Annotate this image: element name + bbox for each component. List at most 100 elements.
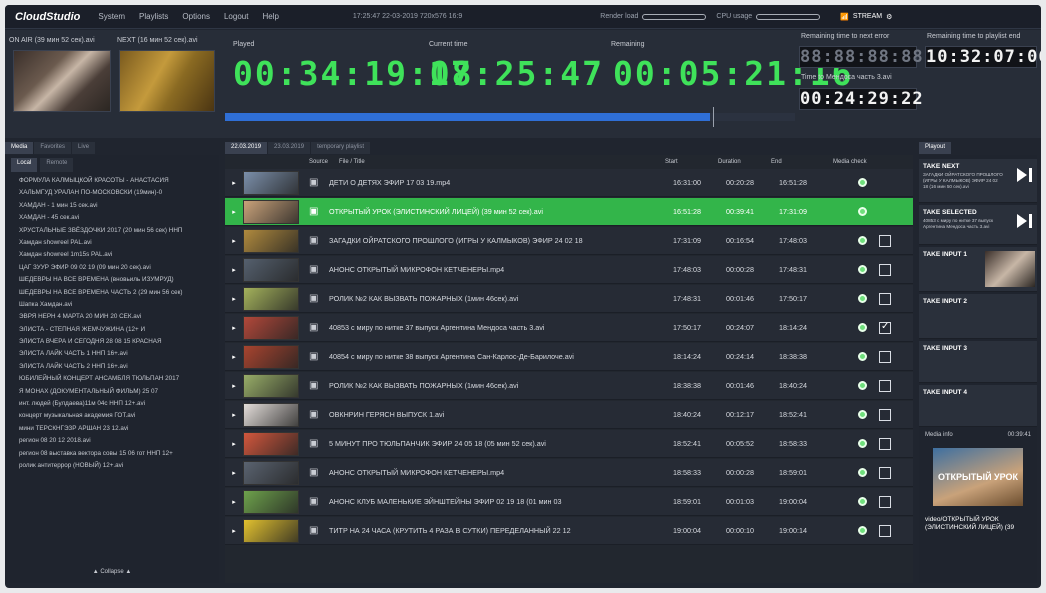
media-check-checkbox[interactable] bbox=[879, 524, 891, 537]
take-input-4[interactable]: TAKE INPUT 4 bbox=[919, 385, 1037, 427]
expand-arrow-icon[interactable]: ▸ bbox=[225, 411, 243, 419]
playlist-row[interactable]: ▸ ▣ ЗАГАДКИ ОЙРАТСКОГО ПРОШЛОГО (ИГРЫ У КА… bbox=[225, 227, 913, 255]
playlist-row[interactable]: ▸ ▣ ОТКРЫТЫЙ УРОК (ЭЛИСТИНСКИЙ ЛИЦЕЙ) (39 … bbox=[225, 198, 913, 226]
playlist-row[interactable]: ▸ ▣ ДЕТИ О ДЕТЯХ ЭФИР 17 03 19.mp4 16:31:00… bbox=[225, 169, 913, 197]
take-input-2[interactable]: TAKE INPUT 2 bbox=[919, 294, 1037, 339]
playlist-row[interactable]: ▸ ▣ 40854 с миру по нитке 38 выпуск Аргент… bbox=[225, 343, 913, 371]
stream-status[interactable]: 📶 STREAM ⚙ bbox=[840, 13, 892, 21]
expand-arrow-icon[interactable]: ▸ bbox=[225, 208, 243, 216]
col-source[interactable]: Source bbox=[309, 159, 339, 165]
media-check-checkbox[interactable] bbox=[879, 234, 891, 247]
settings-icon[interactable]: ⚙ bbox=[886, 13, 892, 21]
media-check-checkbox[interactable] bbox=[879, 466, 891, 479]
media-list-item[interactable]: ХАМДАН - 1 мин 15 сек.avi bbox=[19, 200, 219, 212]
media-check-checkbox[interactable] bbox=[879, 408, 891, 421]
media-list-item[interactable]: регион 08 выставка вектора совы 15 06 го… bbox=[19, 448, 219, 460]
media-check-checkbox[interactable] bbox=[879, 321, 891, 334]
take-selected-button[interactable]: TAKE SELECTED 40853 с миру по нитке 37 в… bbox=[919, 205, 1037, 245]
next-error-label: Remaining time to next error bbox=[801, 33, 890, 40]
media-check-checkbox[interactable] bbox=[879, 350, 891, 363]
col-file[interactable]: File / Title bbox=[339, 159, 665, 165]
clip-title: 40853 с миру по нитке 37 выпуск Аргентин… bbox=[329, 323, 545, 332]
clip-title: АНОНС КЛУБ МАЛЕНЬКИЕ ЭЙНШТЕЙНЫ ЭФИР 02 1… bbox=[329, 497, 562, 506]
tab-playlist-tomorrow[interactable]: 23.03.2019 bbox=[268, 142, 311, 154]
menu-logout[interactable]: Logout bbox=[224, 12, 248, 21]
tab-playlist-today[interactable]: 22.03.2019 bbox=[225, 142, 268, 154]
clip-duration: 00:00:28 bbox=[726, 468, 754, 477]
media-list-item[interactable]: ролик антитеррор (НОВЫЙ) 12+.avi bbox=[19, 460, 219, 472]
playlist-row[interactable]: ▸ ▣ ОВКНРИН ГЕРЯСН ВЫПУСК 1.avi 18:40:24 00:… bbox=[225, 401, 913, 429]
menu-system[interactable]: System bbox=[98, 12, 125, 21]
media-ok-icon bbox=[858, 323, 867, 332]
media-list-item[interactable]: ХРУСТАЛЬНЫЕ ЗВЁЗДОЧКИ 2017 (20 мин 56 се… bbox=[19, 225, 219, 237]
expand-arrow-icon[interactable]: ▸ bbox=[225, 353, 243, 361]
clip-start: 18:14:24 bbox=[673, 352, 701, 361]
media-check-checkbox[interactable] bbox=[879, 495, 891, 508]
playlist-row[interactable]: ▸ ▣ АНОНС КЛУБ МАЛЕНЬКИЕ ЭЙНШТЕЙНЫ ЭФИР 02… bbox=[225, 488, 913, 516]
tab-remote[interactable]: Remote bbox=[40, 158, 74, 172]
media-list-item[interactable]: Шапка Хамдан.avi bbox=[19, 299, 219, 311]
clip-title: АНОНС ОТКРЫТЫЙ МИКРОФОН КЕТЧЕНЕРЫ.mp4 bbox=[329, 265, 505, 274]
playlist-row[interactable]: ▸ ▣ ТИТР НА 24 ЧАСА (КРУТИТЬ 4 РАЗА В СУТК… bbox=[225, 517, 913, 545]
media-list-item[interactable]: ЭВРЯ НЕРН 4 МАРТА 20 МИН 20 СЕК.avi bbox=[19, 311, 219, 323]
col-start[interactable]: Start bbox=[665, 159, 718, 165]
expand-arrow-icon[interactable]: ▸ bbox=[225, 237, 243, 245]
media-check-checkbox[interactable] bbox=[879, 292, 891, 305]
col-end[interactable]: End bbox=[771, 159, 833, 165]
media-list-item[interactable]: мини ТЕРСКНГЭЗР АРШАН 23 12.avi bbox=[19, 423, 219, 435]
media-list-item[interactable]: ЭЛИСТА ЛАЙК ЧАСТЬ 2 ННП 16+.avi bbox=[19, 361, 219, 373]
take-input-3[interactable]: TAKE INPUT 3 bbox=[919, 341, 1037, 383]
playlist-row[interactable]: ▸ ▣ 40853 с миру по нитке 37 выпуск Аргент… bbox=[225, 314, 913, 342]
tab-playlist-temporary[interactable]: temporary playlist bbox=[311, 142, 371, 154]
media-list-item[interactable]: Я МОНАХ (ДОКУМЕНТАЛЬНЫЙ ФИЛЬМ) 25 07 bbox=[19, 386, 219, 398]
take-next-button[interactable]: TAKE NEXT ЗАГАДКИ ОЙРАТСКОГО ПРОШЛОГО (И… bbox=[919, 159, 1037, 203]
cpu-usage-meter bbox=[756, 13, 821, 20]
col-duration[interactable]: Duration bbox=[718, 159, 771, 165]
media-list-item[interactable]: ХАЛЬМГУД УРАЛАН ПО-МОСКОВСКИ (19мин)-0 bbox=[19, 187, 219, 199]
tab-live[interactable]: Live bbox=[72, 142, 96, 154]
expand-arrow-icon[interactable]: ▸ bbox=[225, 527, 243, 535]
tab-favorites[interactable]: Favorites bbox=[34, 142, 72, 154]
media-list-item[interactable]: Хамдан showreel PAL.avi bbox=[19, 237, 219, 249]
col-media-check[interactable]: Media check bbox=[833, 159, 867, 165]
media-list-item[interactable]: ФОРМУЛА КАЛМЫЦКОЙ КРАСОТЫ - АНАСТАСИЯ bbox=[19, 175, 219, 187]
playback-progress[interactable] bbox=[225, 107, 795, 127]
media-list-item[interactable]: ХАМДАН - 45 сек.avi bbox=[19, 212, 219, 224]
tab-local[interactable]: Local bbox=[11, 158, 38, 172]
expand-arrow-icon[interactable]: ▸ bbox=[225, 469, 243, 477]
expand-arrow-icon[interactable]: ▸ bbox=[225, 295, 243, 303]
media-check-checkbox[interactable] bbox=[879, 379, 891, 392]
media-list-item[interactable]: ЮБИЛЕЙНЫЙ КОНЦЕРТ АНСАМБЛЯ ТЮЛЬПАН 2017 bbox=[19, 373, 219, 385]
expand-arrow-icon[interactable]: ▸ bbox=[225, 266, 243, 274]
media-check-checkbox[interactable] bbox=[879, 437, 891, 450]
playlist-row[interactable]: ▸ ▣ АНОНС ОТКРЫТЫЙ МИКРОФОН КЕТЧЕНЕРЫ.mp4 1… bbox=[225, 459, 913, 487]
expand-arrow-icon[interactable]: ▸ bbox=[225, 324, 243, 332]
expand-arrow-icon[interactable]: ▸ bbox=[225, 440, 243, 448]
playlist-row[interactable]: ▸ ▣ 5 МИНУТ ПРО ТЮЛЬПАНЧИК ЭФИР 24 05 18 (… bbox=[225, 430, 913, 458]
media-list-item[interactable]: ЭЛИСТА ЛАЙК ЧАСТЬ 1 ННП 16+.avi bbox=[19, 348, 219, 360]
media-list-item[interactable]: ЭЛИСТА ВЧЕРА И СЕГОДНЯ 28 08 15 КРАСНАЯ bbox=[19, 336, 219, 348]
menu-help[interactable]: Help bbox=[262, 12, 278, 21]
tab-playout[interactable]: Playout bbox=[919, 142, 952, 154]
collapse-button[interactable]: ▲ Collapse ▲ bbox=[5, 569, 219, 575]
take-input-2-label: TAKE INPUT 2 bbox=[923, 298, 967, 305]
expand-arrow-icon[interactable]: ▸ bbox=[225, 498, 243, 506]
media-check-checkbox[interactable] bbox=[879, 263, 891, 276]
menu-options[interactable]: Options bbox=[182, 12, 210, 21]
expand-arrow-icon[interactable]: ▸ bbox=[225, 382, 243, 390]
media-list-item[interactable]: концерт музыкальная академия ГОТ.avi bbox=[19, 410, 219, 422]
tab-media[interactable]: Media bbox=[5, 142, 34, 154]
playlist-row[interactable]: ▸ ▣ РОЛИК №2 КАК ВЫЗВАТЬ ПОЖАРНЫХ (1мин 46… bbox=[225, 285, 913, 313]
playlist-row[interactable]: ▸ ▣ РОЛИК №2 КАК ВЫЗВАТЬ ПОЖАРНЫХ (1мин 46… bbox=[225, 372, 913, 400]
media-list-item[interactable]: ШЕДЕВРЫ НА ВСЕ ВРЕМЕНА ЧАСТЬ 2 (29 мин 5… bbox=[19, 287, 219, 299]
media-list-item[interactable]: ЦАГ ЗУУР ЭФИР 09 02 19 (09 мин 20 сек).a… bbox=[19, 262, 219, 274]
expand-arrow-icon[interactable]: ▸ bbox=[225, 179, 243, 187]
media-list-item[interactable]: регион 08 20 12 2018.avi bbox=[19, 435, 219, 447]
media-list-item[interactable]: ЭЛИСТА - СТЕПНАЯ ЖЕМЧУЖИНА (12+ И bbox=[19, 324, 219, 336]
take-input-1[interactable]: TAKE INPUT 1 bbox=[919, 247, 1037, 292]
media-list-item[interactable]: инт. людей (Булдаева)11м 04с ННП 12+.avi bbox=[19, 398, 219, 410]
playlist-row[interactable]: ▸ ▣ АНОНС ОТКРЫТЫЙ МИКРОФОН КЕТЧЕНЕРЫ.mp4 1… bbox=[225, 256, 913, 284]
media-list-item[interactable]: ШЕДЕВРЫ НА ВСЕ ВРЕМЕНА (вновьиль ИЗУМРУД… bbox=[19, 274, 219, 286]
menu-playlists[interactable]: Playlists bbox=[139, 12, 168, 21]
media-list-item[interactable]: Хамдан showreel 1m15s PAL.avi bbox=[19, 249, 219, 261]
